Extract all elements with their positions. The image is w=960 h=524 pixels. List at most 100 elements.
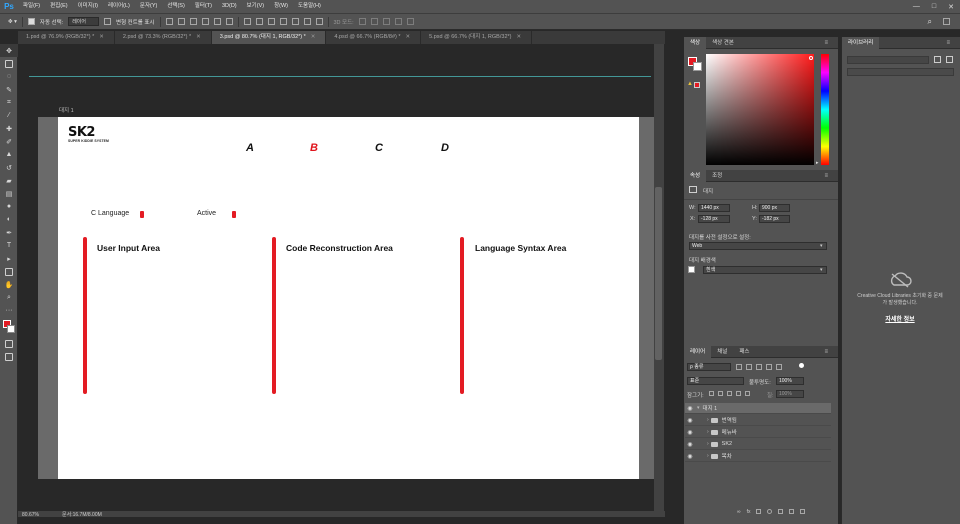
eye-icon[interactable]: ◉ xyxy=(685,417,695,424)
close-icon[interactable]: ✕ xyxy=(99,34,104,40)
layer-row-artboard[interactable]: ◉ ▾ 대지 1 xyxy=(685,403,831,414)
doc-tab-4[interactable]: 4.psd @ 66.7% (RGB/8#) * ✕ xyxy=(326,31,422,44)
artboard[interactable] xyxy=(58,117,639,479)
lock-all-icon[interactable] xyxy=(745,391,750,396)
maximize-icon[interactable]: □ xyxy=(932,3,936,10)
auto-align-icon[interactable] xyxy=(315,18,323,25)
menu-layer[interactable]: 레이어(L) xyxy=(103,0,135,13)
doc-tab-1[interactable]: 1.psd @ 76.9% (RGB/32*) * ✕ xyxy=(18,31,115,44)
menu-view[interactable]: 보기(V) xyxy=(242,0,269,13)
filter-pixel-icon[interactable] xyxy=(736,364,742,370)
close-icon[interactable]: ✕ xyxy=(311,34,316,40)
doc-tab-3[interactable]: 3.psd @ 80.7% (대지 1, RGB/32*) * ✕ xyxy=(211,31,327,44)
x-field[interactable]: -128 px xyxy=(698,215,730,223)
distribute-middle-icon[interactable] xyxy=(255,18,263,25)
tab-swatches[interactable]: 색상 견본 xyxy=(706,37,740,49)
width-field[interactable]: 1440 px xyxy=(698,204,730,212)
bgcolor-swatch[interactable] xyxy=(688,266,695,273)
history-brush-icon[interactable]: ↺ xyxy=(0,161,18,174)
3d-pan-icon[interactable] xyxy=(382,18,390,25)
distribute-center-icon[interactable] xyxy=(291,18,299,25)
artboard-label[interactable]: 대지 1 xyxy=(59,106,74,114)
more-info-link[interactable]: 자세한 정보 xyxy=(846,314,954,323)
pen-tool-icon[interactable]: ✒ xyxy=(0,226,18,239)
type-tool-icon[interactable]: T xyxy=(0,239,18,252)
close-icon[interactable]: ✕ xyxy=(196,34,201,40)
background-color-swatch[interactable] xyxy=(7,325,15,333)
height-field[interactable]: 900 px xyxy=(759,204,790,212)
grid-view-icon[interactable] xyxy=(934,56,941,63)
3d-rotate-icon[interactable] xyxy=(358,18,366,25)
minimize-icon[interactable]: — xyxy=(913,3,920,10)
menu-filter[interactable]: 필터(T) xyxy=(190,0,217,13)
doc-tab-5[interactable]: 5.psd @ 66.7% (대지 1, RGB/32*) ✕ xyxy=(421,31,533,44)
fill-field[interactable]: 100% xyxy=(776,390,804,398)
quick-select-tool-icon[interactable]: ✎ xyxy=(0,83,18,96)
tab-paths[interactable]: 패스 xyxy=(733,346,755,358)
screen-mode-icon[interactable] xyxy=(0,350,18,363)
guide-line[interactable] xyxy=(29,76,651,77)
gamut-warning-icon[interactable]: ▲ xyxy=(687,81,693,87)
healing-brush-icon[interactable]: ✚ xyxy=(0,122,18,135)
doc-tab-2[interactable]: 2.psd @ 73.3% (RGB/32*) * ✕ xyxy=(115,31,212,44)
menu-3d[interactable]: 3D(D) xyxy=(217,0,242,13)
close-icon[interactable]: ✕ xyxy=(406,34,411,40)
panel-menu-icon[interactable]: ≡ xyxy=(818,346,834,358)
eye-icon[interactable]: ◉ xyxy=(685,429,695,436)
workspace-icon[interactable] xyxy=(943,18,950,25)
background-color-swatch[interactable] xyxy=(693,62,702,71)
blend-mode-select[interactable]: 표준 xyxy=(687,377,744,385)
align-left-icon[interactable] xyxy=(201,18,209,25)
color-swatches[interactable] xyxy=(0,317,18,337)
layer-filter-select[interactable]: ρ 종류 xyxy=(687,363,731,371)
tab-channels[interactable]: 채널 xyxy=(711,346,733,358)
panel-menu-icon[interactable]: ≡ xyxy=(940,37,956,49)
close-icon[interactable]: ✕ xyxy=(948,3,954,11)
scrollbar-thumb[interactable] xyxy=(655,187,662,360)
filter-type-icon[interactable] xyxy=(756,364,762,370)
add-mask-icon[interactable] xyxy=(756,509,762,514)
filter-adjustment-icon[interactable] xyxy=(746,364,752,370)
bgcolor-select[interactable]: 흰색 xyxy=(703,266,827,274)
panel-menu-icon[interactable]: ≡ xyxy=(818,170,834,182)
lock-position-icon[interactable] xyxy=(727,391,732,396)
more-tools-icon[interactable]: ··· xyxy=(0,304,18,317)
eye-icon[interactable]: ◉ xyxy=(685,441,695,448)
distribute-left-icon[interactable] xyxy=(279,18,287,25)
chevron-right-icon[interactable]: › xyxy=(707,417,709,423)
new-layer-icon[interactable] xyxy=(789,509,795,514)
quick-mask-icon[interactable] xyxy=(0,337,18,350)
lasso-tool-icon[interactable]: ◌ xyxy=(0,70,18,83)
filter-shape-icon[interactable] xyxy=(766,364,772,370)
layer-row-folder[interactable]: ◉ › 목차 xyxy=(685,451,831,462)
menu-type[interactable]: 문자(Y) xyxy=(135,0,162,13)
delete-layer-icon[interactable] xyxy=(800,509,806,514)
align-bottom-icon[interactable] xyxy=(189,18,197,25)
tab-adjustments[interactable]: 조정 xyxy=(706,170,728,182)
eye-icon[interactable]: ◉ xyxy=(685,453,695,460)
new-group-icon[interactable] xyxy=(778,509,784,514)
y-field[interactable]: -182 px xyxy=(759,215,790,223)
close-icon[interactable]: ✕ xyxy=(516,34,521,40)
color-picker-cursor[interactable] xyxy=(809,56,813,60)
3d-scale-icon[interactable] xyxy=(406,18,414,25)
menu-edit[interactable]: 편집(E) xyxy=(45,0,72,13)
color-picker-field[interactable] xyxy=(706,54,814,165)
tab-color[interactable]: 색상 xyxy=(684,36,707,49)
menu-window[interactable]: 창(W) xyxy=(269,0,293,13)
search-icon[interactable]: ⌕ xyxy=(928,17,932,27)
align-right-icon[interactable] xyxy=(225,18,233,25)
path-select-icon[interactable]: ▸ xyxy=(0,252,18,265)
stamp-tool-icon[interactable]: ▲ xyxy=(0,148,18,161)
move-tool-icon[interactable]: ✥ ▾ xyxy=(8,19,17,25)
hand-tool-icon[interactable]: ✋ xyxy=(0,278,18,291)
align-middle-icon[interactable] xyxy=(177,18,185,25)
library-search-input[interactable] xyxy=(847,68,954,76)
layer-row-folder[interactable]: ◉ › 메뉴바 xyxy=(685,427,831,438)
blur-tool-icon[interactable]: ● xyxy=(0,200,18,213)
rectangle-tool-icon[interactable] xyxy=(0,265,18,278)
eye-icon[interactable]: ◉ xyxy=(685,405,695,412)
library-select[interactable] xyxy=(847,56,929,64)
tab-properties[interactable]: 속성 xyxy=(684,169,707,182)
menu-file[interactable]: 파일(F) xyxy=(18,0,45,13)
